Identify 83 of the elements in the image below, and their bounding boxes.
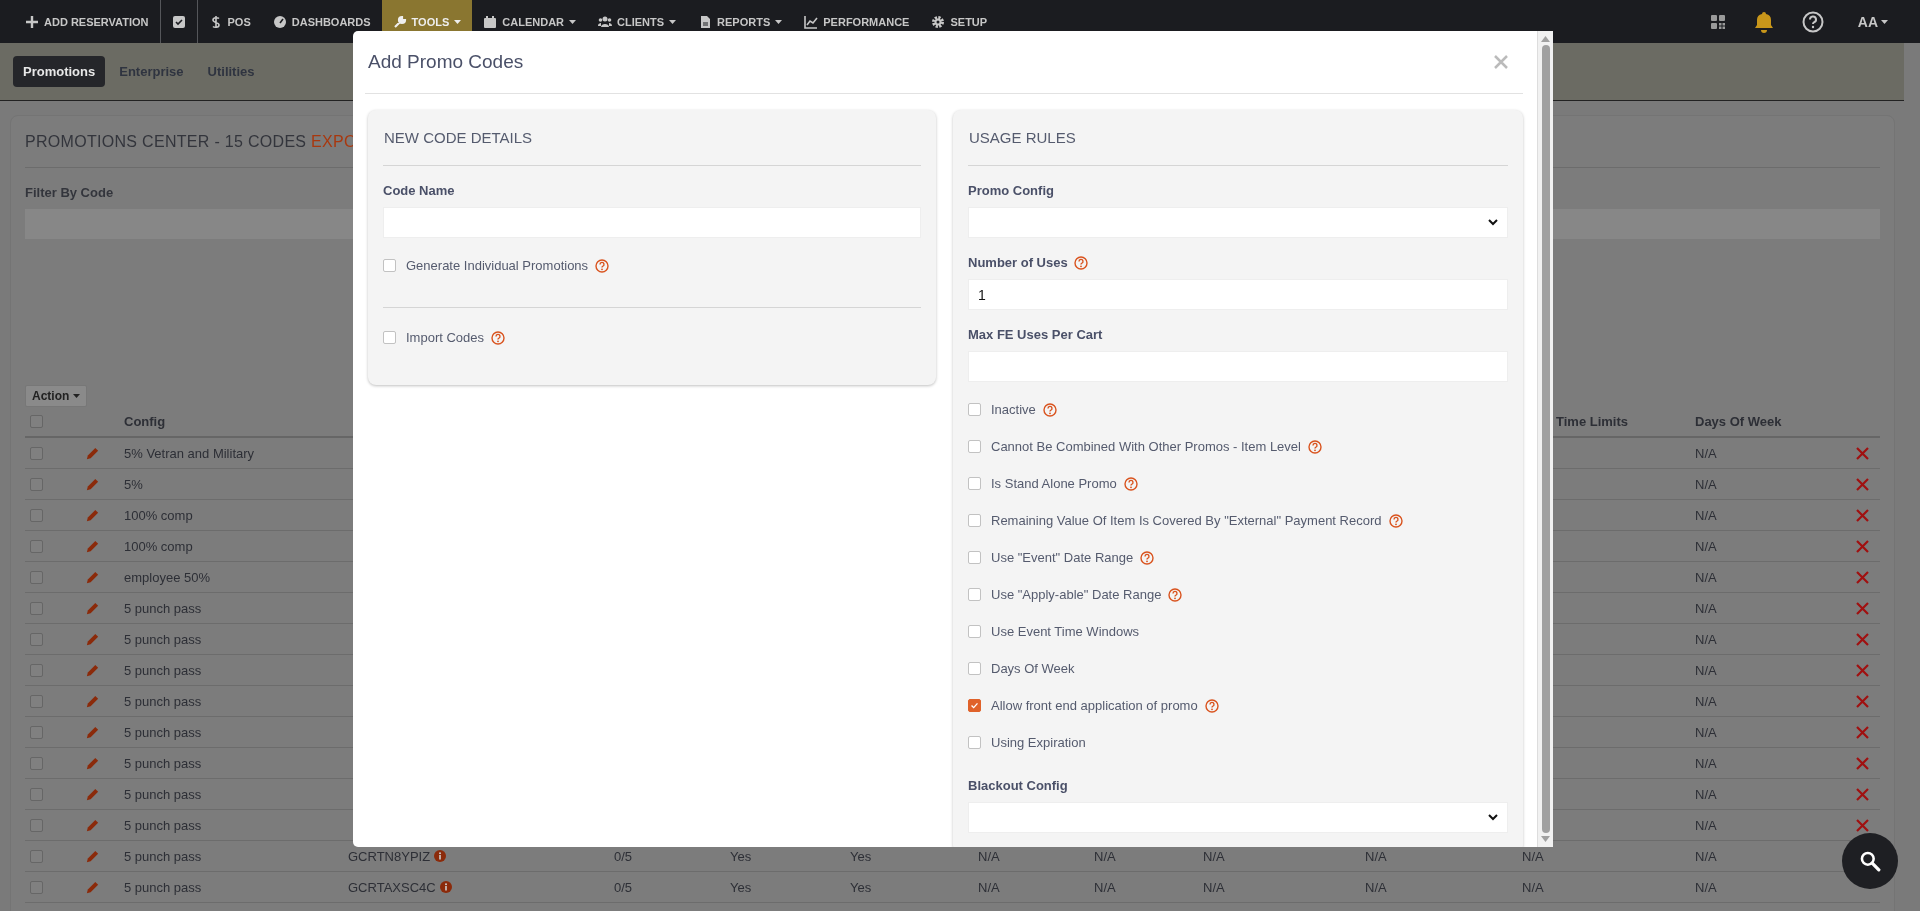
- table-cell-text: 5 punch pass: [124, 755, 203, 771]
- table-cell-text: 5 punch pass: [124, 600, 203, 616]
- table-cell-text: N/A: [1203, 848, 1226, 864]
- checkbox-label: Generate Individual Promotions: [406, 258, 589, 273]
- table-cell-text: 5 punch pass: [124, 662, 203, 678]
- table-cell-text: N/A: [1522, 879, 1545, 895]
- table-cell-text: N/A: [1695, 631, 1718, 647]
- sub-tab[interactable]: Promotions: [13, 56, 106, 87]
- action-button[interactable]: Action: [25, 385, 88, 407]
- nav-item[interactable]: REPORTS: [687, 0, 794, 43]
- nav-item[interactable]: PERFORMANCE: [793, 0, 921, 43]
- table-cell-text: N/A: [1695, 538, 1718, 554]
- table-cell-text: N/A: [1695, 569, 1718, 585]
- table-cell-text: Yes: [730, 879, 753, 895]
- column-header: Config: [124, 414, 167, 429]
- table-cell: GCRTN8YPIZ: [348, 848, 431, 864]
- checkbox-label: Remaining Value Of Item Is Covered By "External" Payment Record: [991, 513, 1382, 528]
- table-cell-text: 5 punch pass: [124, 724, 203, 740]
- table-cell-text: N/A: [1695, 755, 1718, 771]
- table-cell-text: 5% Vetran and Military: [124, 445, 256, 461]
- nav-item[interactable]: SETUP: [920, 0, 999, 43]
- panel-title: USAGE RULES: [968, 110, 1508, 166]
- table-cell-text: 5 punch pass: [124, 879, 203, 895]
- table-cell-text: 5%: [124, 476, 144, 492]
- dialog-title: Add Promo Codes: [368, 51, 524, 73]
- checkbox-label: Is Stand Alone Promo: [991, 476, 1117, 491]
- checkbox-label: Allow front end application of promo: [991, 698, 1198, 713]
- table-cell-text: N/A: [1094, 879, 1117, 895]
- table-cell-text: N/A: [1365, 879, 1388, 895]
- checkbox-label: Using Expiration: [991, 735, 1086, 750]
- account-menu[interactable]: AA: [1851, 12, 1894, 31]
- input-field[interactable]: 1: [968, 279, 1508, 310]
- table-cell-text: 5 punch pass: [124, 817, 203, 833]
- table-cell-text: N/A: [1695, 445, 1718, 461]
- checkbox-label: Use Event Time Windows: [991, 624, 1140, 639]
- column-header: Days Of Week: [1695, 414, 1783, 429]
- table-cell-text: N/A: [978, 848, 1001, 864]
- table-cell-text: 100% comp: [124, 538, 194, 554]
- checkbox-label: Use "Event" Date Range: [991, 550, 1134, 565]
- table-cell-text: employee 50%: [124, 569, 211, 585]
- table-cell-text: 5 punch pass: [124, 786, 203, 802]
- field-label: Promo Config: [968, 183, 1054, 198]
- field-label: Blackout Config: [968, 778, 1068, 793]
- table-cell-text: N/A: [1695, 817, 1718, 833]
- table-cell-text: Yes: [730, 848, 753, 864]
- field-label: Code Name: [383, 183, 455, 198]
- table-cell-text: N/A: [1695, 879, 1718, 895]
- table-cell: GCRTAXSC4C: [348, 879, 436, 895]
- table-cell-text: N/A: [1203, 879, 1226, 895]
- checkbox-label: Days Of Week: [991, 661, 1075, 676]
- panel-title: NEW CODE DETAILS: [383, 110, 921, 166]
- table-cell-text: N/A: [1695, 693, 1718, 709]
- table-cell-text: N/A: [978, 879, 1001, 895]
- nav-item[interactable]: DASHBOARDS: [261, 0, 382, 43]
- table-cell-text: 5 punch pass: [124, 631, 203, 647]
- table-cell-text: 0/5: [614, 848, 634, 864]
- nav-item[interactable]: CLIENTS: [587, 0, 688, 43]
- checkbox-label: Cannot Be Combined With Other Promos - Item Level: [991, 439, 1301, 454]
- table-cell-text: N/A: [1695, 786, 1718, 802]
- table-cell-text: N/A: [1094, 848, 1117, 864]
- table-cell-text: N/A: [1695, 600, 1718, 616]
- field-label: Number of Uses: [968, 255, 1068, 270]
- table-cell-text: N/A: [1522, 848, 1545, 864]
- field-label: Max FE Uses Per Cart: [968, 327, 1103, 342]
- filter-label: Filter By Code: [25, 185, 114, 200]
- table-cell-text: 100% comp: [124, 507, 194, 523]
- checkbox-label: Import Codes: [406, 330, 485, 345]
- nav-item[interactable]: CALENDAR: [472, 0, 588, 43]
- table-cell-text: N/A: [1695, 848, 1718, 864]
- table-cell-text: N/A: [1695, 476, 1718, 492]
- checkbox-label: Use "Apply-able" Date Range: [991, 587, 1162, 602]
- checkbox-label: Inactive: [991, 402, 1036, 417]
- nav-item[interactable]: POS: [197, 0, 262, 43]
- table-cell-text: N/A: [1695, 662, 1718, 678]
- table-cell-text: Yes: [850, 848, 873, 864]
- table-cell-text: 0/5: [614, 879, 634, 895]
- table-cell-text: Yes: [850, 879, 873, 895]
- table-cell-text: N/A: [1695, 724, 1718, 740]
- table-cell-text: 5 punch pass: [124, 848, 203, 864]
- table-cell-text: 5 punch pass: [124, 693, 203, 709]
- column-header: Time Limits: [1555, 414, 1629, 429]
- table-cell-text: N/A: [1365, 848, 1388, 864]
- table-cell-text: N/A: [1695, 507, 1718, 523]
